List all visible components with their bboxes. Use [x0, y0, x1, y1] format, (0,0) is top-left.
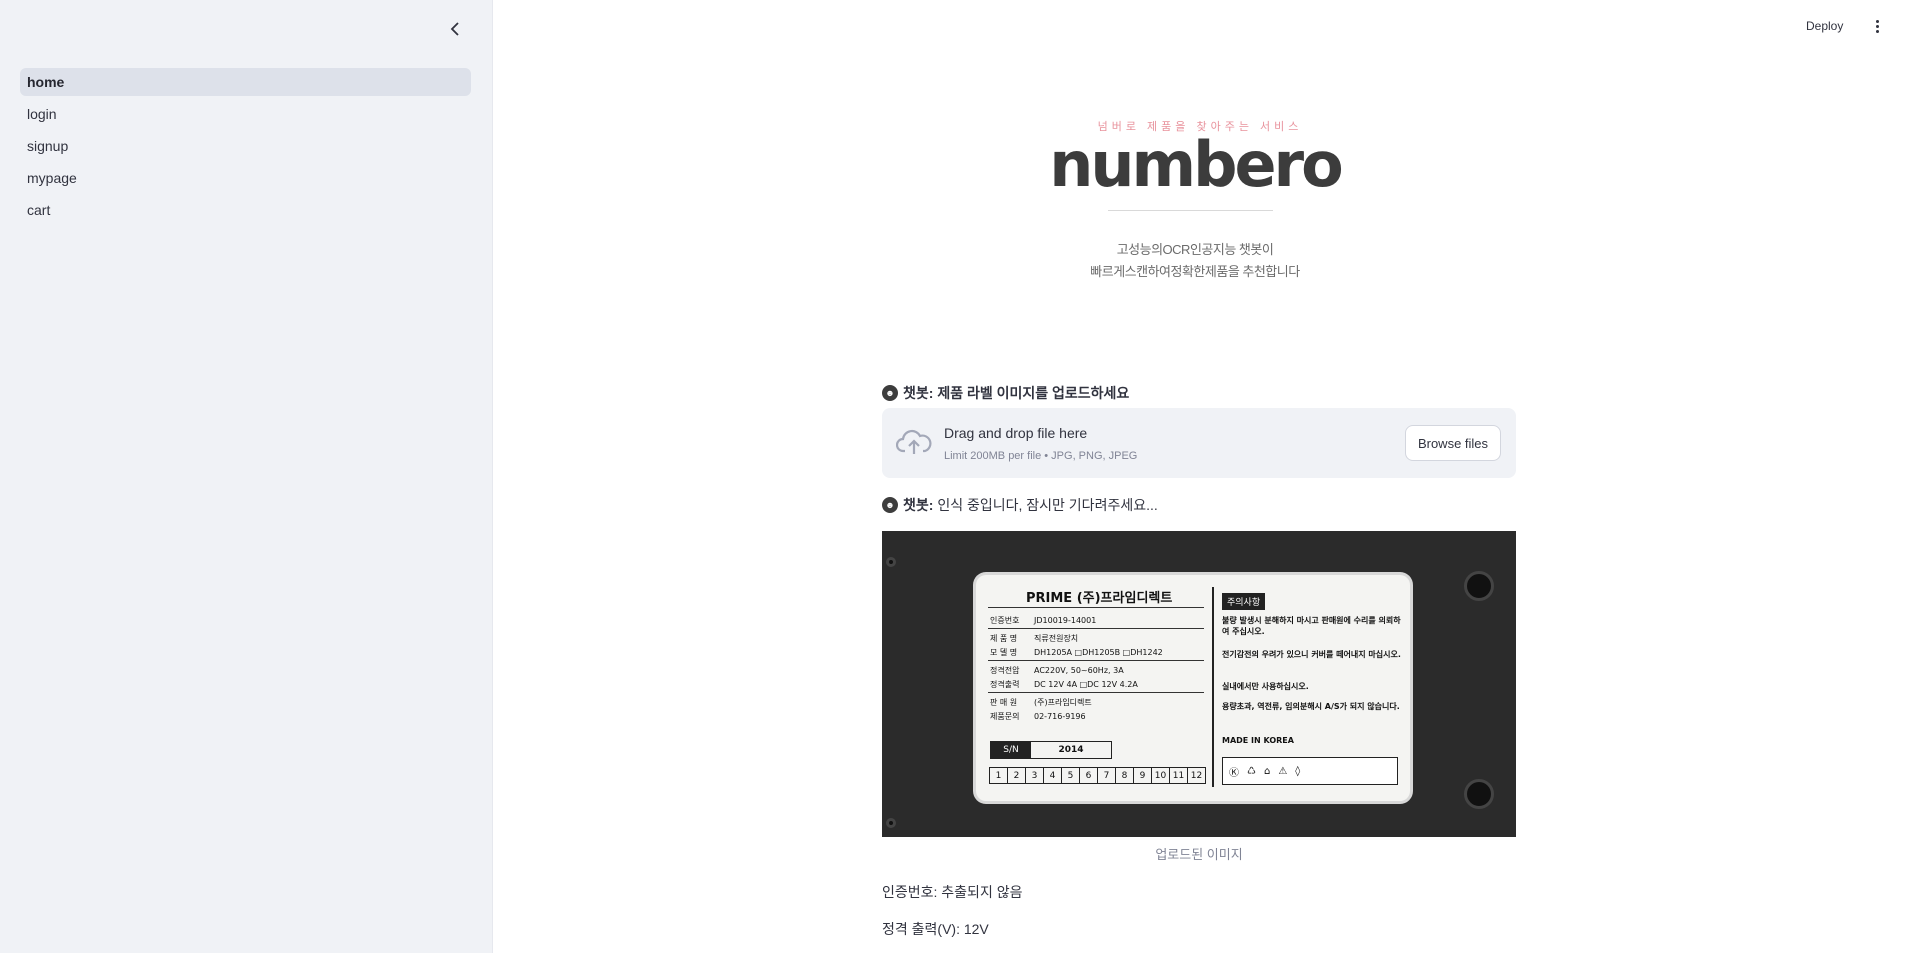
- sidebar-item-cart[interactable]: cart: [20, 196, 471, 224]
- warning-icon: ⚠: [1278, 765, 1288, 777]
- dropzone-limit: Limit 200MB per file • JPG, PNG, JPEG: [944, 450, 1138, 462]
- uploaded-image: PRIME (주)프라임디렉트 인증번호 JD10019-14001 제 품 명직…: [882, 531, 1516, 837]
- sidebar-item-signup[interactable]: signup: [20, 132, 471, 160]
- sidebar-item-login[interactable]: login: [20, 100, 471, 128]
- label-row: 제품문의 02-716-9196: [990, 712, 1086, 721]
- hero-subtitle-line2: 빠르게스캔하여정확한제품을 추천합니다: [1090, 264, 1300, 279]
- result-rated-output: 정격 출력(V): 12V: [882, 921, 989, 937]
- recycle-icon: ♺: [1247, 765, 1256, 777]
- sidebar-nav: home login signup mypage cart: [20, 68, 471, 228]
- chevron-left-icon[interactable]: [443, 17, 467, 41]
- label-brand: PRIME (주)프라임디렉트: [1026, 591, 1173, 606]
- chat-status: ☻ 챗봇: 인식 중입니다, 잠시만 기다려주세요...: [882, 495, 1516, 515]
- sidebar: home login signup mypage cart: [0, 0, 493, 953]
- logo-divider: [1108, 210, 1273, 211]
- label-warning: 불량 발생시 분해하지 마시고 판매원에 수리를 의뢰하여 주십시오.: [1222, 616, 1401, 636]
- deploy-button[interactable]: Deploy: [1806, 14, 1843, 38]
- product-label-plate: PRIME (주)프라임디렉트 인증번호 JD10019-14001 제 품 명직…: [976, 575, 1410, 801]
- label-warning: 실내에서만 사용하십시오.: [1222, 682, 1309, 691]
- label-row: 모 델 명 DH1205A □DH1205B □DH1242: [990, 648, 1163, 657]
- image-caption: 업로드된 이미지: [1155, 847, 1243, 862]
- water-drop-icon: ◊: [1295, 765, 1301, 777]
- kc-mark-icon: Ⓚ: [1229, 767, 1239, 779]
- label-warning: 용량초과, 역전류, 임의분해시 A/S가 되지 않습니다.: [1222, 702, 1400, 711]
- file-dropzone[interactable]: Drag and drop file here Limit 200MB per …: [882, 408, 1516, 478]
- chat-prompt-text: 제품 라벨 이미지를 업로드하세요: [933, 385, 1130, 401]
- home-icon: ⌂: [1263, 765, 1271, 777]
- label-row: 정격출력 DC 12V 4A □DC 12V 4.2A: [990, 680, 1138, 689]
- label-warning: MADE IN KOREA: [1222, 736, 1294, 745]
- screw-icon: [1464, 779, 1494, 809]
- hero-subtitle-line1: 고성능의OCR인공지능 챗봇이: [1116, 242, 1274, 257]
- result-cert-number: 인증번호: 추출되지 않음: [882, 884, 1023, 900]
- label-serial: S/N 2014: [990, 741, 1112, 759]
- label-row: 판 매 원 (주)프라임디렉트: [990, 698, 1092, 707]
- numbero-logo: numbero: [1049, 128, 1343, 201]
- screw-icon: [886, 818, 896, 828]
- certification-marks: Ⓚ ♺ ⌂ ⚠ ◊: [1222, 757, 1398, 785]
- sidebar-item-home[interactable]: home: [20, 68, 471, 96]
- label-warning: 전기감전의 우려가 있으니 커버를 떼어내지 마십시오.: [1222, 650, 1401, 659]
- chat-status-text: 인식 중입니다, 잠시만 기다려주세요...: [933, 497, 1158, 513]
- screw-icon: [886, 557, 896, 567]
- kebab-menu-icon[interactable]: [1867, 15, 1887, 37]
- browse-files-button[interactable]: Browse files: [1405, 425, 1501, 461]
- chat-status-prefix: 챗봇:: [903, 497, 934, 513]
- label-row: 인증번호 JD10019-14001: [990, 616, 1097, 625]
- label-warning-title: 주의사항: [1222, 593, 1266, 610]
- label-row: 정격전압 AC220V, 50~60Hz, 3A: [990, 666, 1124, 675]
- screw-icon: [1464, 571, 1494, 601]
- label-row: 제 품 명 직류전원장치: [990, 634, 1079, 643]
- hero-subtitle: 고성능의OCR인공지능 챗봇이 빠르게스캔하여정확한제품을 추천합니다: [1000, 239, 1390, 283]
- bot-face-icon: ☻: [882, 497, 898, 513]
- cloud-upload-icon: [895, 428, 932, 458]
- sidebar-item-mypage[interactable]: mypage: [20, 164, 471, 192]
- dropzone-title: Drag and drop file here: [944, 425, 1088, 441]
- label-months: 1 2 3 4 5 6 7 8 9 10 11 12: [989, 767, 1206, 784]
- bot-face-icon: ☻: [882, 385, 898, 401]
- chat-prompt: ☻ 챗봇: 제품 라벨 이미지를 업로드하세요: [882, 383, 1516, 403]
- chat-prompt-prefix: 챗봇:: [903, 385, 934, 401]
